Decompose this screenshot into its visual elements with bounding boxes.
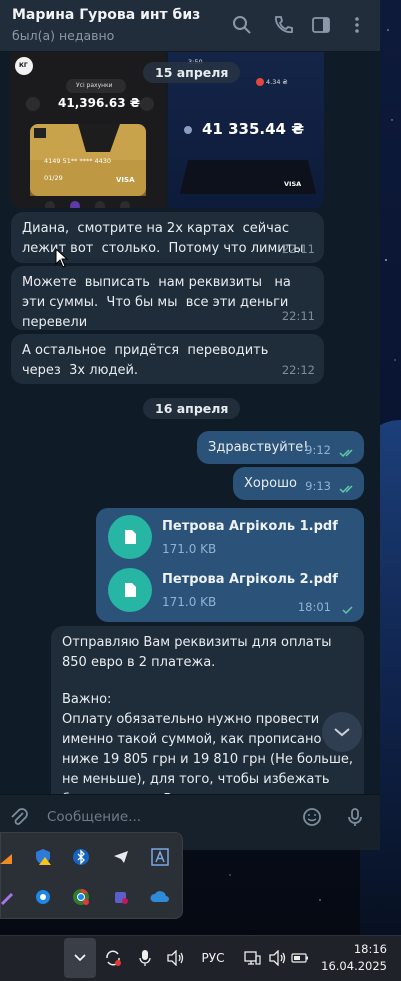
message-files[interactable]: Петрова Агріколь 1.pdf 171.0 KB Петрова … [96,508,364,622]
keyboard-layout-icon[interactable] [150,847,170,867]
card-expiry: 01/29 [44,174,63,182]
clock-date[interactable]: 16.04.2025 [321,959,387,973]
volume-icon[interactable] [166,938,186,978]
message-input[interactable]: Сообщение... [47,809,141,825]
card-number: 4149 51** **** 4430 [44,157,112,165]
teams-icon[interactable] [111,887,131,907]
message-outgoing[interactable]: Здравствуйте! 9:12 [197,431,364,464]
mouse-cursor-icon [55,248,69,268]
battery-icon[interactable] [290,938,310,978]
clock-time[interactable]: 18:16 [354,942,387,956]
chrome-icon[interactable] [71,887,91,907]
attach-icon[interactable] [8,806,30,828]
chevron-down-icon [334,728,350,737]
message-time: 9:13 [305,479,331,493]
message-time: 22:11 [281,242,315,256]
sync-icon[interactable] [102,938,124,978]
network-icon[interactable] [242,938,262,978]
scroll-down-button[interactable] [322,712,362,752]
account-pill: Усі рахунки [76,82,113,89]
balance-small: 4.34 ₴ [266,78,288,86]
system-tray-overflow [0,832,183,919]
file-name: Петрова Агріколь 1.pdf [162,519,338,534]
message-time: 22:12 [281,363,315,377]
message-incoming[interactable]: Отправляю Вам реквизиты для оплаты 850 е… [51,626,364,807]
message-text: Хорошо [244,476,297,491]
message-text-important: Важно: [62,692,112,707]
speaker-icon[interactable] [268,938,288,978]
app-tray-icon[interactable] [0,889,17,909]
file-size: 171.0 KB [162,595,217,609]
app-tray-icon[interactable] [0,849,17,869]
telegram-window: КГ Усі рахунки 41,396.63 ₴ 4149 51** ***… [0,0,380,850]
microphone-icon[interactable] [344,806,366,828]
file-size: 171.0 KB [162,542,217,556]
file-attachment[interactable]: Петрова Агріколь 1.pdf 171.0 KB [108,515,338,559]
message-time: 18:01 [297,600,331,614]
bluetooth-icon[interactable] [71,847,91,867]
read-ticks-icon [339,449,353,458]
contact-name[interactable]: Марина Гурова инт биз [12,7,200,23]
balance-left: 41,396.63 ₴ [58,96,141,110]
message-time: 9:12 [305,443,331,457]
message-time: 22:11 [281,309,315,323]
card-brand-left: VISA [116,176,135,184]
message-incoming[interactable]: А остальное придётся переводить через 3х… [11,334,324,384]
security-warning-icon[interactable] [33,847,53,867]
phone-icon[interactable] [272,14,294,36]
chat-header: Марина Гурова инт биз был(а) недавно [0,0,380,52]
file-name: Петрова Агріколь 2.pdf [162,572,338,587]
more-options-icon[interactable] [346,14,368,36]
telegram-tray-icon[interactable] [111,847,131,867]
chevron-down-icon [74,954,86,962]
app-blue-icon[interactable] [33,887,53,907]
message-outgoing[interactable]: Хорошо 9:13 [233,467,364,500]
emoji-icon[interactable] [301,806,323,828]
document-icon[interactable] [108,568,152,612]
sidebar-toggle-icon[interactable] [310,14,332,36]
document-icon[interactable] [108,515,152,559]
date-separator: 15 апреля [143,62,241,83]
bank-badge: КГ [19,62,28,69]
onedrive-icon[interactable] [150,887,170,907]
language-indicator[interactable]: РУС [198,938,228,978]
microphone-tray-icon[interactable] [136,938,154,978]
date-separator: 16 апреля [143,398,241,419]
message-text: А остальное придётся переводить через 3х… [22,343,281,378]
card-brand-right: VISA [284,180,302,188]
message-text: Можете выписать нам реквизиты на эти сум… [22,275,297,330]
sent-tick-icon [342,606,353,615]
show-hidden-icons-button[interactable] [64,938,96,978]
message-text: Здравствуйте! [208,440,309,455]
message-text-intro: Отправляю Вам реквизиты для оплаты 850 е… [62,635,336,670]
search-icon[interactable] [231,14,253,36]
message-incoming[interactable]: Можете выписать нам реквизиты на эти сум… [11,266,324,330]
balance-right: 41 335.44 ₴ [202,120,305,138]
read-ticks-icon [339,485,353,494]
contact-status: был(а) недавно [12,28,115,43]
taskbar: РУС 18:16 16.04.2025 [0,935,401,981]
